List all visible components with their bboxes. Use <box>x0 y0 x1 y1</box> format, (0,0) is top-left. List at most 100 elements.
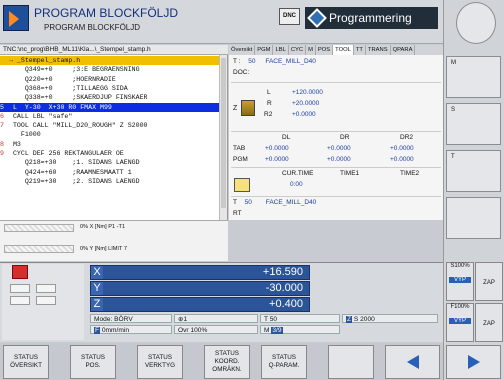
status-tab[interactable]: M <box>306 45 316 55</box>
softkey-status-tool[interactable]: STATUS VERKTYG <box>137 345 183 379</box>
softkey-page-left[interactable] <box>385 345 440 379</box>
softkey-line2: ÖVERSIKT <box>10 362 42 369</box>
status-tab[interactable]: TRANS <box>366 45 391 55</box>
tool-r-label: R <box>267 100 272 107</box>
mode-subtitle: PROGRAM BLOCKFÖLJD <box>44 23 141 32</box>
replace-t-number: 50 <box>244 199 252 206</box>
time-header-2: TIME2 <box>400 170 420 177</box>
s100-button[interactable]: S100% VYP <box>446 262 474 301</box>
tool-name: FACE_MILL_D40 <box>265 58 316 65</box>
load-bar-x <box>4 224 74 232</box>
f100-zap[interactable]: ZAP <box>475 303 503 342</box>
side-softkey-s[interactable]: S <box>446 103 501 145</box>
program-line[interactable]: 5 L Y-30 X+30 R0 FMAX M99 <box>0 102 220 112</box>
status-tab[interactable]: LBL <box>273 45 289 55</box>
status-panel <box>229 45 443 220</box>
softkey-status-overview[interactable]: STATUS ÖVERSIKT <box>3 345 49 379</box>
softkey-line2: POS. <box>85 362 101 369</box>
dnc-button[interactable]: DNC <box>279 8 300 25</box>
side-m-label: M <box>451 60 456 66</box>
status-tab[interactable]: TOOL <box>333 45 354 55</box>
program-scrollbar[interactable] <box>219 55 227 220</box>
clock-icon <box>456 2 496 44</box>
program-line[interactable]: 9 CYCL DEF 256 REKTANGULAER OE <box>0 149 220 158</box>
f100-vyp: VYP <box>449 318 471 324</box>
arrow-left-icon <box>406 355 419 369</box>
softkey-status-qparam[interactable]: STATUS Q-PARAM. <box>261 345 307 379</box>
tool-number: 50 <box>248 58 256 65</box>
status-tab[interactable]: Översikt <box>229 45 256 55</box>
feed-field: F 0mm/min <box>90 325 172 334</box>
side-softkey-empty[interactable] <box>446 197 501 239</box>
line-text: Q219=+30 ;2. SIDANS LAENGD <box>9 177 140 185</box>
line-number: 8 <box>0 140 4 148</box>
alarm-icon[interactable] <box>12 265 28 279</box>
status-tab[interactable]: CYC <box>289 45 307 55</box>
program-line[interactable]: → _Stempel_stamp.h <box>0 56 220 66</box>
load-bar-y-label: 0% Y [Nm] LIMIT 7 <box>80 246 127 252</box>
program-line[interactable]: 6 CALL LBL "safe" <box>0 112 220 121</box>
indicator-box <box>36 296 56 305</box>
indicator-box <box>36 284 56 293</box>
s100-vyp: VYP <box>449 277 471 283</box>
delta-header-dr: DR <box>340 134 350 141</box>
side-softkey-m[interactable]: M <box>446 56 501 98</box>
side-softkey-t[interactable]: T <box>446 150 501 192</box>
s100-zap[interactable]: ZAP <box>475 262 503 301</box>
line-text: F1000 <box>9 131 41 139</box>
program-line[interactable]: Q349=+0 ;3:E BEGRAENSNING <box>0 65 220 74</box>
axis-x-label: X <box>91 266 103 279</box>
status-tabs: Översikt PGM LBL CYC M POS TOOL TT TRANS QPARA <box>229 45 443 55</box>
status-tab[interactable]: POS <box>316 45 334 55</box>
tab-dl: +0.0000 <box>265 145 289 152</box>
divider <box>231 131 441 132</box>
replace-t-name: FACE_MILL_D40 <box>265 199 317 206</box>
side-s-label: S <box>451 107 456 113</box>
indicator-box <box>10 284 30 293</box>
softkey-page-right[interactable] <box>446 345 501 379</box>
load-bar-x-label: 0% X [Nm] P1 -T1 <box>80 224 126 230</box>
line-text: TOOL CALL "MILL_D20_ROUGH" Z S2000 <box>9 122 148 130</box>
program-line[interactable]: Q424=+60 ;RAAMNESMAATT 1 <box>0 168 220 177</box>
arrow-right-icon <box>467 355 480 369</box>
pgm-dr: +0.0000 <box>327 156 351 163</box>
softkey-line1: STATUS <box>272 354 296 361</box>
program-line[interactable]: Q338=+0 ;SKAERDJUP FINSKAER <box>0 93 220 102</box>
program-line[interactable]: Q219=+30 ;2. SIDANS LAENGD <box>0 177 220 186</box>
softkey-status-pos[interactable]: STATUS POS. <box>70 345 116 379</box>
tool-axis-icon <box>241 100 255 116</box>
scroll-thumb[interactable] <box>221 58 226 208</box>
tool-life-icon <box>234 178 250 192</box>
line-text: Q368=+0 ;TILLAEGG SIDA <box>9 84 128 92</box>
softkey-status-coord[interactable]: STATUS KOORD. OMRÄKN. <box>204 345 250 379</box>
program-line[interactable]: Q218=+30 ;1. SIDANS LAENGD <box>0 158 220 167</box>
softkey-line3: OMRÄKN. <box>212 366 242 373</box>
feed-icon: F <box>94 327 101 334</box>
program-line[interactable]: Q368=+0 ;TILLAEGG SIDA <box>0 84 220 93</box>
f100-button[interactable]: F100% VYP <box>446 303 474 342</box>
status-tab[interactable]: TT <box>354 45 366 55</box>
program-line[interactable]: Q220=+0 ;HOERNRADIE <box>0 75 220 84</box>
status-tab[interactable]: PGM <box>255 45 274 55</box>
axis-z-value: +0.400 <box>269 298 303 310</box>
spindle-speed-field: Z S 2000 <box>342 314 438 323</box>
time-header-1: TIME1 <box>340 170 360 177</box>
softkey-line1: STATUS <box>81 354 105 361</box>
replace-t: T <box>233 199 237 206</box>
tool-doc: DOC: <box>233 69 250 76</box>
side-t-label: T <box>451 154 455 160</box>
program-line[interactable]: 8 M3 <box>0 140 220 149</box>
programming-tab[interactable]: Programmering <box>305 7 438 29</box>
programming-tab-label: Programmering <box>329 11 412 25</box>
line-text: Q338=+0 ;SKAERDJUP FINSKAER <box>9 94 148 102</box>
f100-zap-label: ZAP <box>483 321 495 327</box>
status-tab[interactable]: QPARA <box>391 45 416 55</box>
line-text: L Y-30 X+30 R0 FMAX M99 <box>9 103 112 111</box>
mode-field: Mode: BÖRV <box>90 314 172 323</box>
softkey-empty[interactable] <box>328 345 374 379</box>
program-line[interactable]: 7 TOOL CALL "MILL_D20_ROUGH" Z S2000 <box>0 121 220 130</box>
program-line[interactable]: F1000 <box>0 130 220 139</box>
feed-value: 0mm/min <box>101 327 129 334</box>
s100-zap-label: ZAP <box>483 280 495 286</box>
m-function-field: M 3/9 <box>260 325 340 334</box>
